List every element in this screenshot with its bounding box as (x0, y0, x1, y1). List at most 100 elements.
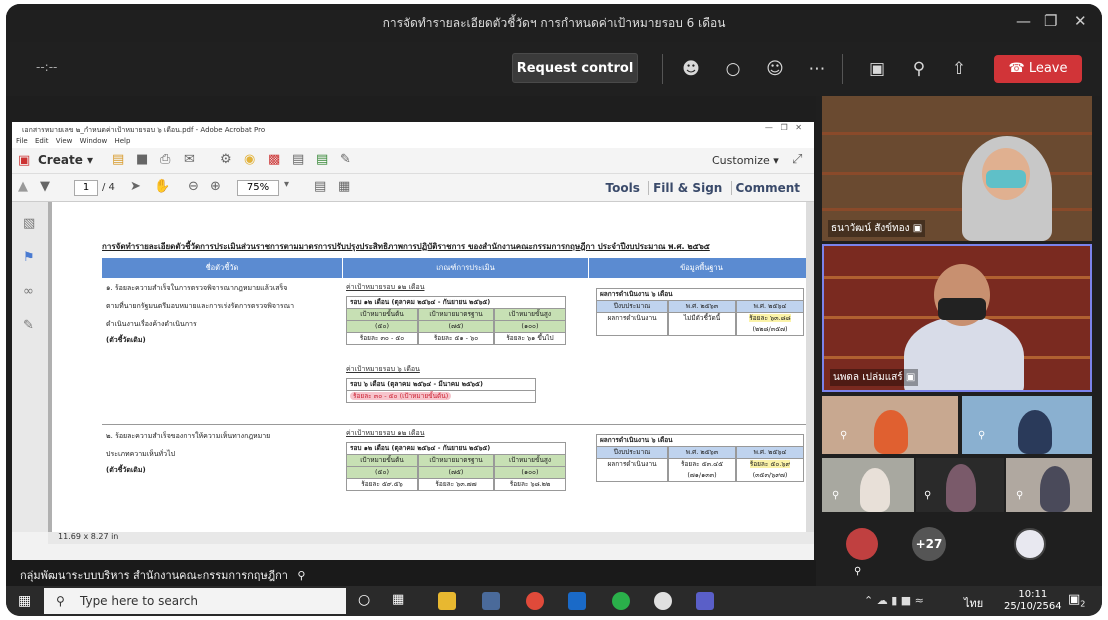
select-cursor-icon[interactable]: ➤ (130, 179, 141, 194)
store-icon[interactable] (482, 592, 500, 610)
export-icon[interactable]: ▤ (316, 152, 328, 167)
menu-file[interactable]: File (16, 137, 28, 145)
next-page-icon[interactable]: ▼ (40, 179, 50, 194)
create-button[interactable]: Create ▾ (38, 153, 93, 167)
scroll-mode-icon[interactable]: ▦ (338, 179, 350, 194)
menu-view[interactable]: View (56, 137, 73, 145)
mic-off-icon: ⚲ (832, 490, 840, 501)
attachments-icon[interactable]: ∞ (23, 284, 34, 299)
teams-taskbar-icon[interactable] (696, 592, 714, 610)
zoom-out-icon[interactable]: ⊖ (188, 179, 199, 194)
page-number-input[interactable]: 1 (74, 180, 98, 196)
expand-icon[interactable]: ⤢ (792, 152, 802, 167)
mic-off-icon[interactable]: ⚲ (906, 56, 932, 82)
mic-off-icon: ⚲ (924, 490, 932, 501)
request-control-button[interactable]: Request control (512, 53, 638, 83)
taskbar-clock[interactable]: 10:11 25/10/2564 (1004, 589, 1062, 613)
performance-label: ผลการดำเนินงาน (596, 312, 668, 336)
indicator-1-line-3: ดำเนินงานเรื่องค้างดำเนินการ (106, 320, 197, 328)
email-icon[interactable]: ✉ (184, 152, 195, 167)
video-tile-3[interactable]: ⚲ (822, 396, 958, 454)
page-thumbnails-icon[interactable]: ▧ (23, 216, 35, 231)
menu-window[interactable]: Window (80, 137, 108, 145)
mic-off-icon: ⚲ (854, 566, 862, 577)
hand-tool-icon[interactable]: ✋ (154, 179, 170, 194)
screen-share-icon: ▣ (912, 223, 923, 234)
zoom-in-icon[interactable]: ⊕ (210, 179, 221, 194)
tools-link[interactable]: Tools (602, 181, 644, 195)
more-actions-icon[interactable]: ⋯ (804, 56, 830, 82)
share-tray-icon[interactable]: ⇧ (946, 56, 972, 82)
customize-button[interactable]: Customize ▾ (712, 154, 779, 167)
participant-avatar-8[interactable] (846, 528, 878, 560)
document-view[interactable]: การจัดทำรายละเอียดตัวชี้วัดการประเมินส่ว… (48, 202, 814, 532)
toolbar-divider (842, 54, 843, 84)
reactions-icon[interactable]: ☺ (762, 56, 788, 82)
acrobat-window-controls-icon[interactable]: — ❐ ✕ (765, 123, 802, 132)
file-explorer-icon[interactable] (438, 592, 456, 610)
indicator-2-line-2: ประเภทความเห็นทั่วไป (106, 450, 176, 458)
bookmarks-icon[interactable]: ⚑ (23, 250, 35, 265)
participant-avatar-9[interactable] (1014, 528, 1046, 560)
indicator-1-note: (ตัวชี้วัดเดิม) (106, 336, 146, 344)
system-tray-icons[interactable]: ⌃ ☁ ▮ ■ ≈ (864, 594, 924, 607)
notification-icon[interactable]: ▣2 (1068, 592, 1085, 609)
chat-icon[interactable]: ○ (720, 56, 746, 82)
video-tile-4[interactable]: ⚲ (962, 396, 1092, 454)
edit-pdf-icon[interactable]: ✎ (340, 152, 351, 167)
save-icon[interactable]: ■ (136, 152, 148, 167)
taskbar-search-placeholder: Type here to search (80, 594, 198, 608)
taskbar-search-box[interactable]: ⚲ Type here to search (44, 588, 346, 614)
windows-start-icon[interactable]: ▦ (18, 593, 31, 609)
more-participants-badge[interactable]: +27 (912, 527, 946, 561)
open-folder-icon[interactable]: ▤ (112, 152, 124, 167)
video-tile-7[interactable]: ⚲ (1006, 458, 1092, 512)
indicator-2-min: ร้อยละ ๕๙.๕๖ (346, 478, 418, 491)
prev-page-icon[interactable]: ▲ (18, 179, 28, 194)
video-tile-2[interactable]: นพดล เปล่มแสร์ ▣ (822, 244, 1092, 392)
combine-icon[interactable]: ▤ (292, 152, 304, 167)
target-6-heading: ค่าเป้าหมายรอบ ๖ เดือน (346, 365, 420, 373)
participant-2-name: นพดล เปล่มแสร์ (833, 372, 903, 383)
input-language[interactable]: ไทย (964, 594, 983, 612)
video-tile-5[interactable]: ⚲ (822, 458, 914, 512)
print-icon[interactable]: ⎙ (160, 152, 170, 167)
header-baseline: ข้อมูลพื้นฐาน (588, 258, 814, 278)
presenter-caption: กลุ่มพัฒนาระบบบริหาร สำนักงานคณะกรรมการก… (6, 560, 816, 586)
zoom-dropdown-icon[interactable]: ▾ (284, 179, 289, 190)
close-icon[interactable]: ✕ (1074, 12, 1087, 30)
indicator-1-std: ร้อยละ ๕๑ - ๖๐ (418, 332, 494, 345)
camera-off-icon[interactable]: ▣ (864, 56, 890, 82)
windows-taskbar: ▦ ⚲ Type here to search ○ ▦ ⌃ ☁ ▮ ■ ≈ ไท… (6, 586, 1102, 616)
indicator-2-y63-cell: ร้อยละ ๕๓.๔๕ (๗๑/๑๓๓) (668, 458, 736, 482)
participant-2-name-tag: นพดล เปล่มแสร์ ▣ (830, 369, 919, 386)
target-12-heading: ค่าเป้าหมายรอบ ๑๒ เดือน (346, 283, 425, 291)
video-tile-6[interactable]: ⚲ (916, 458, 1004, 512)
page-size-status: 11.69 x 8.27 in (48, 532, 814, 544)
cortana-icon[interactable]: ○ (358, 592, 370, 608)
vertical-scrollbar[interactable] (806, 202, 814, 532)
task-view-icon[interactable]: ▦ (392, 592, 404, 607)
line-app-icon[interactable] (612, 592, 630, 610)
participants-icon[interactable]: ☻ (678, 56, 704, 82)
outlook-icon[interactable] (568, 592, 586, 610)
fit-page-icon[interactable]: ▤ (314, 179, 326, 194)
leave-button[interactable]: ☎ Leave (994, 55, 1082, 83)
pdf-action-icon[interactable]: ▩ (268, 152, 280, 167)
zoom-select[interactable]: 75% (237, 180, 279, 196)
chrome-icon[interactable] (526, 592, 544, 610)
video-tile-1[interactable]: ธนาวัฒน์ สังข์ทอง ▣ (822, 96, 1092, 241)
comment-bubble-icon[interactable]: ◉ (244, 152, 255, 167)
maximize-icon[interactable]: ❐ (1044, 12, 1057, 30)
meeting-title: การจัดทำรายละเอียดตัวชี้วัดฯ การกำหนดค่า… (382, 16, 726, 30)
settings-icon[interactable]: ⚙ (220, 152, 232, 167)
minimize-icon[interactable]: — (1016, 12, 1031, 30)
fill-sign-link[interactable]: Fill & Sign (648, 181, 727, 195)
menu-edit[interactable]: Edit (35, 137, 49, 145)
signatures-icon[interactable]: ✎ (23, 318, 34, 333)
shared-screen: เอกสารหมายเลข ๒_กำหนดค่าเป้าหมายรอบ ๖ เด… (6, 96, 816, 586)
menu-help[interactable]: Help (114, 137, 130, 145)
edge-icon[interactable] (654, 592, 672, 610)
leave-label: Leave (1028, 61, 1068, 76)
comment-link[interactable]: Comment (730, 181, 804, 195)
